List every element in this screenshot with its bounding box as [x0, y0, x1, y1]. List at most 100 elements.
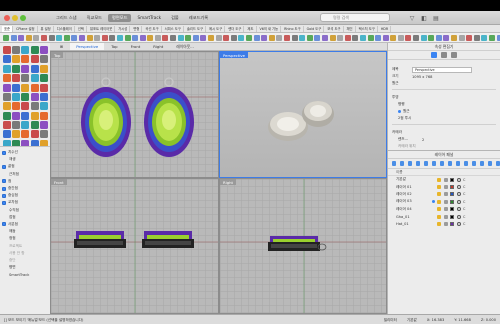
checkbox[interactable]: [2, 179, 6, 184]
toolbar-tool-icon[interactable]: [261, 34, 268, 41]
viewport-top[interactable]: Top: [50, 51, 219, 178]
toolbar-tool-icon[interactable]: [306, 34, 313, 41]
toolbar-tool-icon[interactable]: [473, 34, 480, 41]
left-tool-icon[interactable]: [3, 121, 11, 129]
left-tool-icon[interactable]: [21, 64, 30, 73]
toolbar-tool-icon[interactable]: [246, 34, 252, 41]
toolbar-tool-icon[interactable]: [170, 34, 177, 41]
left-tool-icon[interactable]: [3, 102, 11, 111]
tab-top[interactable]: Top: [105, 43, 123, 50]
osnap-item[interactable]: 평면: [2, 264, 48, 271]
toolbar-tool-icon[interactable]: [101, 34, 108, 41]
visibility-bulb-icon[interactable]: [437, 192, 442, 197]
checkbox[interactable]: [2, 186, 6, 191]
layer-tool-icon[interactable]: [392, 161, 397, 166]
material-circle-icon[interactable]: [456, 192, 461, 197]
toolbar-tab[interactable]: 제도: [245, 25, 257, 32]
parallel-option[interactable]: 평행: [388, 101, 500, 108]
lens-value[interactable]: 2: [422, 138, 424, 142]
left-tool-icon[interactable]: [3, 83, 11, 92]
layer-color-swatch[interactable]: [450, 222, 455, 227]
checkbox[interactable]: [2, 193, 6, 198]
toolbar-tool-icon[interactable]: [413, 34, 420, 41]
material-circle-icon[interactable]: [456, 214, 461, 219]
left-tool-icon[interactable]: [30, 92, 39, 101]
toolbar-tool-icon[interactable]: [200, 34, 207, 41]
layer-color-swatch[interactable]: [450, 207, 455, 212]
left-tool-icon[interactable]: [30, 102, 39, 111]
osnap-item[interactable]: 중간점: [2, 185, 48, 192]
layer-tool-icon[interactable]: [439, 161, 445, 166]
toolbar-tool-icon[interactable]: [481, 34, 488, 41]
osnap-item[interactable]: 재생: [2, 156, 48, 163]
toolbar-tool-icon[interactable]: [71, 34, 78, 41]
grid-snap-toggle[interactable]: 그리드 스냅: [52, 14, 81, 22]
toolbar-tool-icon[interactable]: [162, 34, 169, 41]
toolbar-tool-icon[interactable]: [352, 34, 359, 41]
toolbar-tool-icon[interactable]: [33, 34, 40, 41]
osnap-item[interactable]: 근처점: [2, 171, 48, 178]
layer-tool-icon[interactable]: [455, 161, 461, 166]
left-tool-icon[interactable]: [39, 92, 48, 101]
toolbar-tool-icon[interactable]: [329, 34, 336, 41]
toolbar-tool-icon[interactable]: [10, 34, 17, 41]
left-tool-icon[interactable]: [12, 111, 21, 120]
toolbar-tool-icon[interactable]: [390, 34, 397, 41]
toolbar-tab[interactable]: 뷰 설정: [39, 25, 54, 32]
toolbar-tab[interactable]: HDR: [379, 25, 392, 32]
toolbar-tab[interactable]: 곡선 도구: [143, 25, 162, 32]
left-tool-icon[interactable]: [39, 121, 48, 129]
toolbar-tool-icon[interactable]: [139, 34, 146, 41]
tab-right[interactable]: Right: [147, 43, 169, 50]
osnap-item[interactable]: 정점: [2, 235, 48, 242]
toolbar-tool-icon[interactable]: [451, 34, 458, 41]
toolbar-tab[interactable]: V6의 새 기능: [258, 25, 282, 32]
toolbar-tool-icon[interactable]: [208, 34, 215, 41]
toolbar-tool-icon[interactable]: [268, 34, 275, 41]
checkbox[interactable]: [2, 200, 6, 205]
toolbar-tool-icon[interactable]: [375, 34, 382, 41]
toolbar-tool-icon[interactable]: [48, 34, 55, 41]
toolbar-tool-icon[interactable]: [496, 34, 500, 41]
perspective-option[interactable]: 원근: [388, 108, 500, 115]
zoom-window-button[interactable]: [20, 15, 26, 21]
linetype-label[interactable]: C: [463, 207, 465, 211]
planar-toggle[interactable]: 평면모드: [108, 14, 132, 22]
layer-color-swatch[interactable]: [450, 192, 455, 197]
command-line[interactable]: [] 모드 보이기 '매뉴얼'모드 (선택을 설명하였습니다): [4, 318, 83, 323]
left-tool-icon[interactable]: [30, 46, 39, 54]
layer-tool-icon[interactable]: [431, 161, 437, 166]
current-layer-icon[interactable]: [432, 200, 435, 204]
osnap-item[interactable]: 교차점: [2, 199, 48, 206]
osnap-item[interactable]: 프로젝트: [2, 242, 48, 249]
toolbar-tab[interactable]: 뷰포트 레이아웃: [88, 25, 116, 32]
layer-tool-icon[interactable]: [415, 161, 421, 166]
left-tool-icon[interactable]: [3, 46, 11, 54]
linetype-label[interactable]: C: [463, 222, 465, 226]
layer-tool-icon[interactable]: [399, 161, 405, 166]
layer-row[interactable]: 레이어 03 C: [388, 198, 500, 205]
left-tool-icon[interactable]: [12, 92, 21, 101]
left-tool-icon[interactable]: [39, 102, 48, 111]
osnap-item[interactable]: 중단: [2, 257, 48, 264]
toolbar-tool-icon[interactable]: [382, 34, 389, 41]
osnap-item[interactable]: 수직점: [2, 207, 48, 214]
toolbar-tool-icon[interactable]: [420, 34, 427, 41]
toolbar-tool-icon[interactable]: [192, 34, 199, 41]
filter-icon[interactable]: ▽: [408, 14, 416, 22]
layer-row[interactable]: 레이어 01 C: [388, 183, 500, 190]
tab-layout[interactable]: 레이아웃...: [170, 43, 200, 50]
checkbox[interactable]: [2, 164, 6, 169]
layer-tool-icon[interactable]: [487, 161, 493, 166]
toolbar-tool-icon[interactable]: [147, 34, 154, 41]
layer-tool-icon[interactable]: [407, 161, 413, 166]
lock-icon[interactable]: [443, 222, 448, 227]
toolbar-tab[interactable]: Rhino 도구: [282, 25, 304, 32]
layer-color-swatch[interactable]: [450, 185, 455, 190]
toolbar-tab[interactable]: 선택: [76, 25, 87, 32]
left-tool-icon[interactable]: [12, 64, 21, 73]
osnap-item[interactable]: 사분점: [2, 221, 48, 228]
osnap-item[interactable]: 점: [2, 178, 48, 185]
left-tool-icon[interactable]: [21, 83, 30, 92]
material-circle-icon[interactable]: [456, 222, 461, 227]
